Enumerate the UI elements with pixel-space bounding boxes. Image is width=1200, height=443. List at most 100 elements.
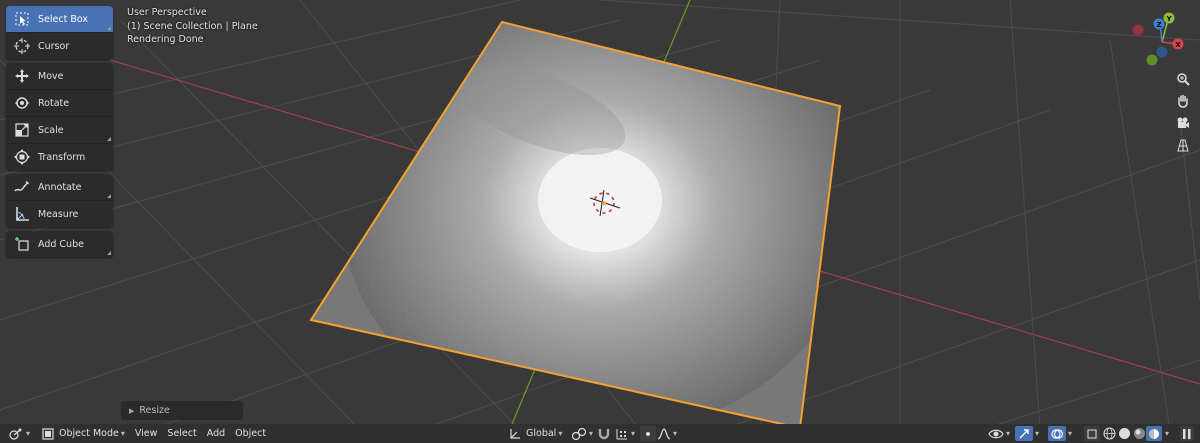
falloff-curve-icon [657,427,671,440]
render-status-text: Rendering Done [127,34,204,45]
camera-view-icon[interactable] [1176,116,1190,130]
navigation-gizmo[interactable]: Y Z X [1130,10,1200,70]
tool-move[interactable]: Move [6,63,113,90]
rendered-plane[interactable] [300,0,860,424]
chevron-down-icon: ▾ [589,429,594,438]
falloff-dropdown[interactable]: ▾ [657,424,677,443]
xray-toggle[interactable] [1084,424,1100,443]
pan-hand-icon[interactable] [1176,94,1190,108]
tool-label: Scale [38,124,64,136]
measure-icon [6,206,38,222]
tool-label: Transform [38,151,86,163]
add-tools-group: Add Cube [6,231,113,257]
chevron-down-icon: ▾ [558,429,563,438]
proportional-edit-icon [646,431,650,436]
menu-view[interactable]: View [135,428,158,439]
chevron-down-icon: ▾ [1035,429,1040,438]
rotate-icon [6,95,38,111]
shading-solid-button[interactable] [1118,424,1131,443]
mode-dropdown[interactable]: Object Mode ▾ [42,424,125,443]
tool-transform[interactable]: Transform [6,144,113,170]
annotate-tools-group: Annotate Measure [6,174,113,227]
tool-label: Select Box [38,13,88,25]
chevron-down-icon: ▾ [120,429,125,438]
last-operation-label: Resize [139,405,170,416]
negative-z-axis-icon[interactable] [1156,46,1168,58]
chevron-down-icon: ▾ [1006,429,1011,438]
orientation-axes-icon [510,428,520,439]
shading-options-dropdown[interactable]: ▾ [1163,424,1169,443]
overlays-icon [1051,428,1063,439]
pause-icon [1183,428,1191,439]
editor-type-button[interactable]: ▾ [8,424,30,443]
material-sphere-icon [1134,428,1145,439]
shading-wireframe-button[interactable] [1103,424,1116,443]
transform-orientation-dropdown[interactable]: Global ▾ [508,424,562,443]
transform-icon [6,149,38,165]
snap-toggle[interactable] [597,424,611,443]
cursor-icon [6,38,38,54]
y-axis-label: Y [1165,15,1172,23]
shading-rendered-button[interactable] [1146,424,1162,443]
eye-icon [988,429,1004,438]
visibility-dropdown[interactable]: ▾ [988,424,1010,443]
shading-material-button[interactable] [1133,424,1146,443]
add-cube-icon [6,236,38,252]
viewport-info: User Perspective (1) Scene Collection | … [127,6,258,47]
tool-label: Cursor [38,40,70,52]
annotate-icon [6,179,38,195]
tool-label: Add Cube [38,238,84,250]
transform-tools-group: Move Rotate Scale Transform [6,63,113,170]
negative-x-axis-icon[interactable] [1132,24,1144,36]
menu-add[interactable]: Add [207,428,225,439]
wireframe-sphere-icon [1103,427,1116,440]
menu-object[interactable]: Object [235,428,266,439]
viewport-header: ▾ Object Mode ▾ View Select Add Object G… [0,424,1200,443]
pivot-point-icon [571,427,587,440]
3d-viewport-icon [9,428,22,440]
solid-sphere-icon [1119,428,1130,439]
object-mode-icon [42,427,54,440]
proportional-editing-toggle[interactable] [640,424,656,443]
tool-cursor[interactable]: Cursor [6,33,113,59]
scene-canvas[interactable] [0,0,1200,424]
tool-scale[interactable]: Scale [6,117,113,144]
orientation-label: Global [526,428,557,439]
move-icon [6,68,38,84]
scene-collection-text: (1) Scene Collection | Plane [127,20,258,32]
overlays-toggle[interactable]: ▾ [1048,424,1072,443]
3d-viewport[interactable]: User Perspective (1) Scene Collection | … [0,0,1200,424]
menu-select[interactable]: Select [167,428,196,439]
last-operation-panel[interactable]: ▶ Resize [121,401,243,420]
chevron-down-icon: ▾ [26,429,31,438]
select-box-icon [6,11,38,27]
xray-icon [1087,429,1097,438]
chevron-down-icon: ▾ [631,429,636,438]
tool-label: Move [38,70,64,82]
perspective-toggle-icon[interactable] [1176,138,1190,152]
tool-annotate[interactable]: Annotate [6,174,113,201]
tool-label: Annotate [38,181,82,193]
select-tools-group: Select Box Cursor [6,6,113,59]
zoom-icon[interactable] [1176,72,1190,86]
mode-label: Object Mode [59,428,119,439]
view-perspective-text: User Perspective [127,7,207,18]
scale-icon [6,122,38,138]
z-axis-label: Z [1156,21,1161,29]
tool-add-cube[interactable]: Add Cube [6,231,113,257]
rendered-sphere-icon [1149,428,1159,439]
tool-measure[interactable]: Measure [6,201,113,227]
chevron-down-icon: ▾ [1068,429,1073,438]
tool-select-box[interactable]: Select Box [6,6,113,33]
pivot-point-dropdown[interactable]: ▾ [571,424,593,443]
tool-shelf: Select Box Cursor Move Rotate Scale Tran… [6,6,113,261]
expand-triangle-icon: ▶ [129,406,135,415]
chevron-down-icon: ▾ [673,429,678,438]
negative-y-axis-icon[interactable] [1146,54,1158,66]
gizmo-icon [1019,428,1029,438]
gizmo-toggle[interactable]: ▾ [1015,424,1039,443]
tool-rotate[interactable]: Rotate [6,90,113,117]
tool-label: Rotate [38,97,70,109]
snap-target-dropdown[interactable]: ▾ [615,424,635,443]
pause-render-button[interactable] [1180,424,1194,443]
